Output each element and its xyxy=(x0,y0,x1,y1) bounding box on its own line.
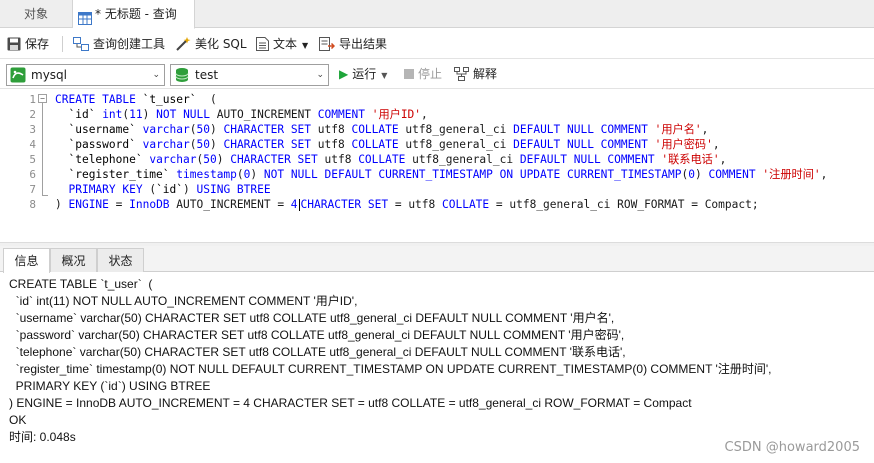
export-results-label: 导出结果 xyxy=(339,37,388,51)
fold-end-marker xyxy=(42,195,48,196)
line-number: 5 xyxy=(29,153,36,166)
message-line: PRIMARY KEY (`id`) USING BTREE xyxy=(9,379,211,393)
text-cursor xyxy=(298,199,300,211)
status-ok: OK xyxy=(9,413,27,427)
message-line: ) ENGINE = InnoDB AUTO_INCREMENT = 4 CHA… xyxy=(9,396,692,410)
tab-query-label: * 无标题 - 查询 xyxy=(95,7,177,21)
line-number: 6 xyxy=(29,168,36,181)
save-icon xyxy=(7,37,21,50)
message-line: `telephone` varchar(50) CHARACTER SET ut… xyxy=(9,345,626,359)
code-line: ) ENGINE = InnoDB AUTO_INCREMENT = 4 CHAR… xyxy=(55,198,759,211)
code-line: CREATE TABLE `t_user` ( xyxy=(55,93,217,106)
explain-label: 解释 xyxy=(473,67,498,81)
save-label: 保存 xyxy=(25,37,50,51)
message-line: `register_time` timestamp(0) NOT NULL DE… xyxy=(9,362,772,376)
text-label: 文本 xyxy=(273,37,298,51)
query-builder-button[interactable]: 查询创建工具 xyxy=(73,29,165,59)
code-line: `username` varchar(50) CHARACTER SET utf… xyxy=(68,123,709,136)
stop-button[interactable]: 停止 xyxy=(404,60,442,89)
query-builder-label: 查询创建工具 xyxy=(93,37,166,51)
document-tab-bar: 对象 * 无标题 - 查询 xyxy=(0,0,874,29)
chevron-down-icon: ▼ xyxy=(381,71,388,80)
line-number-gutter: 1 2 3 4 5 6 7 8 xyxy=(0,90,42,242)
explain-icon xyxy=(454,66,469,81)
database-select[interactable]: test ⌄ xyxy=(170,64,329,86)
line-number: 1 xyxy=(29,93,36,106)
code-line: `register_time` timestamp(0) NOT NULL DE… xyxy=(68,168,828,181)
run-button[interactable]: ▶ 运行 ▼ xyxy=(339,60,387,89)
tab-overview[interactable]: 概况 xyxy=(50,248,97,272)
mysql-connection-icon xyxy=(10,67,26,89)
sql-editor[interactable]: 1 2 3 4 5 6 7 8 − CREATE TABLE `t_user` … xyxy=(0,90,874,242)
fold-line xyxy=(42,94,43,196)
beautify-wand-icon xyxy=(176,36,191,51)
line-number: 8 xyxy=(29,198,36,211)
execution-time: 时间: 0.048s xyxy=(9,430,76,444)
stop-icon xyxy=(404,68,414,79)
tab-status[interactable]: 状态 xyxy=(97,248,144,272)
export-icon xyxy=(319,36,336,51)
query-table-icon xyxy=(78,7,92,25)
tab-untitled-query[interactable]: * 无标题 - 查询 xyxy=(73,0,195,29)
stop-label: 停止 xyxy=(418,67,443,81)
beautify-sql-label: 美化 SQL xyxy=(195,37,247,51)
connection-select[interactable]: mysql ⌄ xyxy=(6,64,165,86)
tab-objects[interactable]: 对象 xyxy=(0,0,73,28)
save-button[interactable]: 保存 xyxy=(7,29,49,59)
line-number: 4 xyxy=(29,138,36,151)
text-document-icon xyxy=(256,36,269,51)
code-line: PRIMARY KEY (`id`) USING BTREE xyxy=(68,183,271,196)
message-line: CREATE TABLE `t_user` ( xyxy=(9,277,153,291)
chevron-down-icon: ⌄ xyxy=(316,70,324,80)
play-icon: ▶ xyxy=(339,67,349,81)
result-tab-bar: 信息 概况 状态 xyxy=(0,246,874,273)
tab-info[interactable]: 信息 xyxy=(3,248,50,273)
database-icon xyxy=(174,67,190,89)
code-line: `id` int(11) NOT NULL AUTO_INCREMENT COM… xyxy=(68,108,428,121)
message-line: `username` varchar(50) CHARACTER SET utf… xyxy=(9,311,615,325)
connection-toolbar: mysql ⌄ test ⌄ ▶ 运行 ▼ 停止 解释 xyxy=(0,60,874,89)
run-label: 运行 xyxy=(352,67,377,81)
text-dropdown-button[interactable]: 文本 ▼ xyxy=(256,29,308,59)
explain-button[interactable]: 解释 xyxy=(454,60,497,89)
chevron-down-icon: ⌄ xyxy=(152,70,160,80)
line-number: 2 xyxy=(29,108,36,121)
export-results-button[interactable]: 导出结果 xyxy=(319,29,387,59)
beautify-sql-button[interactable]: 美化 SQL xyxy=(175,29,247,59)
watermark: CSDN @howard2005 xyxy=(724,440,860,455)
chevron-down-icon: ▼ xyxy=(302,41,309,50)
query-toolbar: 保存 查询创建工具 美化 SQL 文本 ▼ 导出结果 xyxy=(0,29,874,59)
message-line: `password` varchar(50) CHARACTER SET utf… xyxy=(9,328,625,342)
connection-select-value: mysql xyxy=(31,68,67,82)
line-number: 3 xyxy=(29,123,36,136)
database-select-value: test xyxy=(195,68,219,82)
code-line: `password` varchar(50) CHARACTER SET utf… xyxy=(68,138,720,151)
query-builder-icon xyxy=(73,36,89,51)
line-number: 7 xyxy=(29,183,36,196)
code-line: `telephone` varchar(50) CHARACTER SET ut… xyxy=(68,153,727,166)
message-line: `id` int(11) NOT NULL AUTO_INCREMENT COM… xyxy=(9,294,358,308)
toolbar-divider xyxy=(62,36,63,52)
message-output: CREATE TABLE `t_user` ( `id` int(11) NOT… xyxy=(0,273,874,463)
fold-toggle-icon[interactable]: − xyxy=(38,94,47,103)
